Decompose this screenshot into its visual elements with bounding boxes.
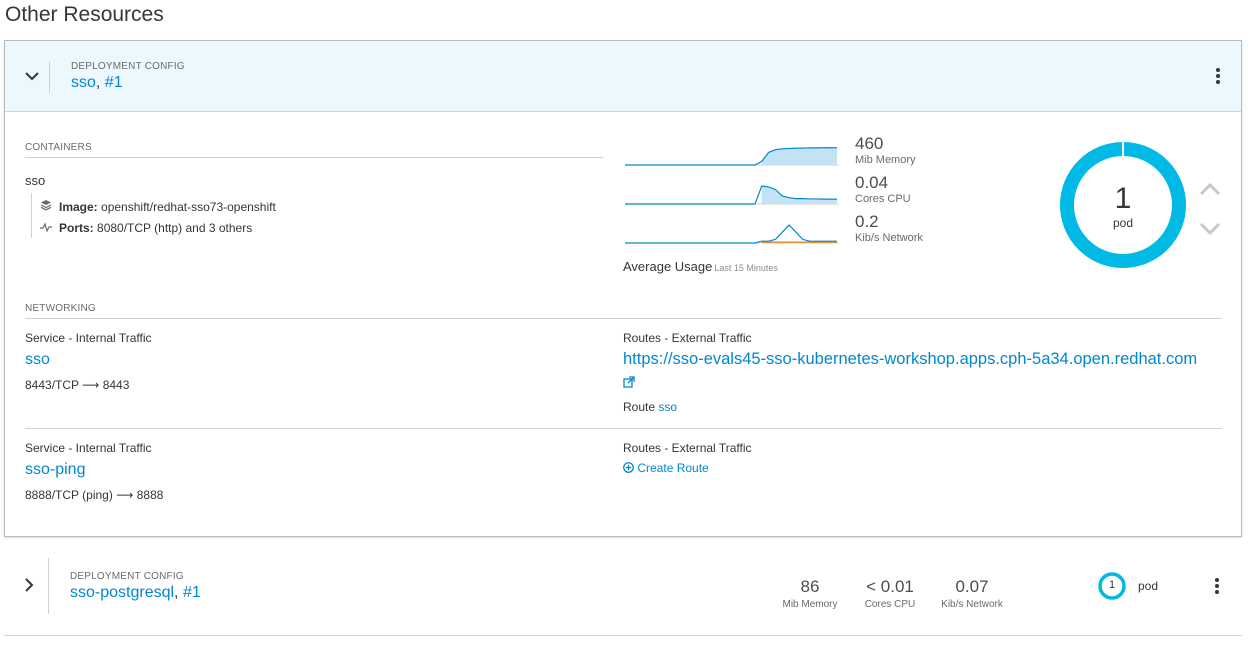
route-name: Route sso [623,400,677,414]
metric-cpu-value: < 0.01 [866,577,914,596]
resource-name-separator: , [174,584,183,601]
pod-count: 1 [1114,182,1132,215]
resource-revision-link[interactable]: #1 [183,584,201,601]
chevron-down-icon[interactable] [20,64,44,88]
networking-divider [25,318,1222,319]
service-port: 8888/TCP (ping) [25,488,113,502]
route-url-link[interactable]: https://sso-evals45-sso-kubernetes-works… [623,350,1197,369]
row-divider [48,558,49,614]
metric-memory-unit: Mib Memory [782,599,838,610]
container-name: sso [25,173,46,188]
resource-card-sso: Deployment Config sso, #1 Containers sso… [4,40,1242,537]
resource-name-separator: , [95,74,105,91]
service-label: Service - Internal Traffic [25,331,152,345]
metric-network-value: 0.2 [855,212,879,231]
pod-label: pod [1138,579,1159,593]
service-label: Service - Internal Traffic [25,441,152,455]
create-route-link[interactable]: Create Route [623,461,709,475]
chevron-down-icon[interactable] [1198,221,1222,237]
average-usage: Average Usage Last 15 Minutes [623,259,778,274]
resource-title: sso, #1 [71,74,123,92]
service-ports: 8443/TCP ⟶ 8443 [25,378,129,392]
metric-cpu-unit: Cores CPU [855,193,911,205]
ports-value: 8080/TCP (http) and 3 others [97,221,253,235]
routes-label: Routes - External Traffic [623,441,752,455]
ports-label: Ports: [59,221,94,235]
route-name-link[interactable]: sso [658,400,677,414]
header-divider [49,61,50,93]
service-link[interactable]: sso-ping [25,461,85,479]
pod-count: 1 [1108,579,1116,591]
kebab-icon[interactable] [1214,68,1222,86]
service-target-port: 8888 [136,488,164,502]
create-route-label: Create Route [637,461,709,475]
metric-cpu-value: 0.04 [855,173,889,192]
route-prefix: Route [623,400,656,414]
container-detail-rail [31,193,32,238]
metric-memory-value: 460 [855,134,884,153]
page-title: Other Resources [5,3,164,26]
resource-row-sso-postgresql[interactable]: Deployment Config sso-postgresql, #1 86 … [4,541,1242,636]
metrics-sparklines [625,147,839,244]
resource-kind: Deployment Config [71,61,185,72]
resource-revision-link[interactable]: #1 [105,74,123,91]
service-divider [25,428,1222,429]
resource-name-link[interactable]: sso [71,74,96,91]
image-label: Image: [59,200,98,214]
image-value: openshift/redhat-sso73-openshift [101,200,276,214]
container-image: Image: openshift/redhat-sso73-openshift [39,199,276,214]
chevron-right-icon[interactable] [17,573,41,597]
resource-title: sso-postgresql, #1 [70,584,201,602]
resource-kind: Deployment Config [70,571,184,582]
layers-icon [39,199,53,214]
resource-header[interactable]: Deployment Config sso, #1 [5,41,1241,112]
pulse-icon [39,221,53,235]
service-ports: 8888/TCP (ping) ⟶ 8888 [25,488,163,502]
plus-circle-icon [623,462,634,473]
arrow-right-icon: ⟶ [116,488,134,502]
metric-cpu-unit: Cores CPU [864,599,916,610]
arrow-right-icon: ⟶ [82,378,100,392]
service-link[interactable]: sso [25,351,50,369]
pod-label: pod [1112,216,1134,230]
metric-network-unit: Kib/s Network [855,232,923,244]
metric-memory-unit: Mib Memory [855,154,916,166]
resource-name-link[interactable]: sso-postgresql [70,584,174,601]
service-target-port: 8443 [102,378,130,392]
chevron-up-icon[interactable] [1198,181,1222,197]
external-link-icon[interactable] [623,376,635,388]
service-port: 8443/TCP [25,378,79,392]
average-usage-period: Last 15 Minutes [714,263,778,273]
metric-network-value: 0.07 [955,577,989,596]
average-usage-label: Average Usage [623,259,713,274]
networking-title: Networking [25,303,96,314]
containers-title: Containers [25,142,92,153]
container-ports: Ports: 8080/TCP (http) and 3 others [39,221,252,235]
containers-divider [25,157,603,158]
metric-network-unit: Kib/s Network [941,599,1003,610]
sparkline-line-network_in [625,224,837,244]
metric-memory-value: 86 [800,577,820,596]
routes-label: Routes - External Traffic [623,331,752,345]
kebab-icon[interactable] [1213,578,1221,596]
